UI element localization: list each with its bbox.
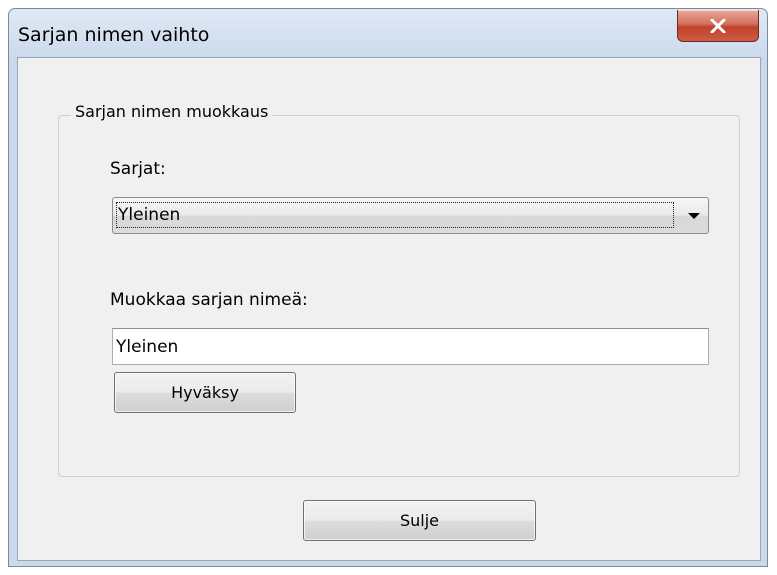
window-title: Sarjan nimen vaihto <box>18 24 210 46</box>
rename-label: Muokkaa sarjan nimeä: <box>110 290 308 310</box>
series-label: Sarjat: <box>110 159 166 179</box>
title-bar[interactable]: Sarjan nimen vaihto <box>9 9 767 57</box>
dialog-client-area: Sarjan nimen muokkaus Sarjat: Yleinen Mu… <box>17 57 761 561</box>
series-selected-value: Yleinen <box>116 202 674 228</box>
close-icon <box>710 18 726 33</box>
series-name-input[interactable] <box>112 328 709 365</box>
accept-button[interactable]: Hyväksy <box>114 372 296 413</box>
close-button[interactable] <box>677 10 759 42</box>
group-box-title: Sarjan nimen muokkaus <box>71 102 273 121</box>
chevron-down-icon <box>688 213 700 219</box>
dialog-window: Sarjan nimen vaihto Sarjan nimen muokkau… <box>8 8 768 567</box>
close-dialog-button[interactable]: Sulje <box>303 500 536 541</box>
series-dropdown[interactable]: Yleinen <box>112 197 709 234</box>
